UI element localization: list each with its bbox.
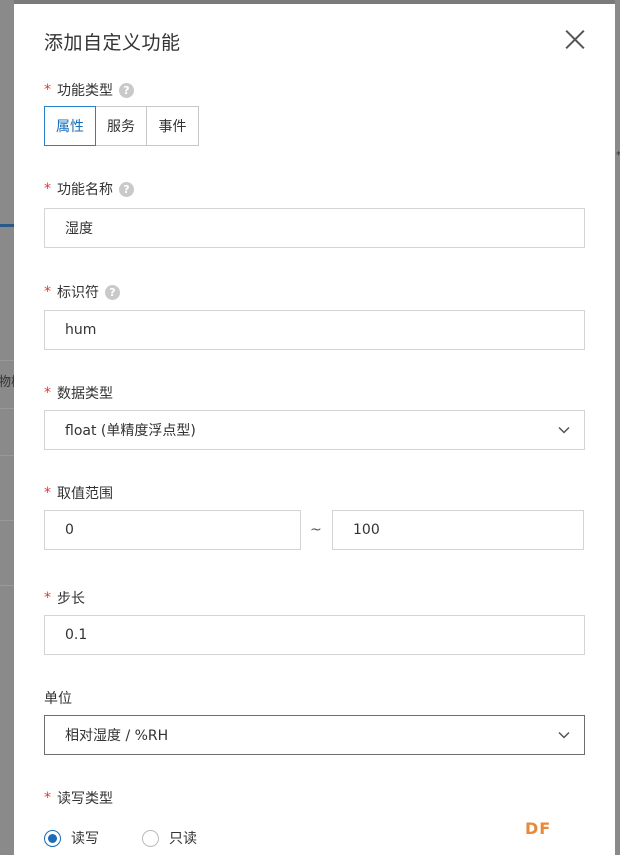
step-input[interactable]: 0.1 [44, 615, 585, 655]
function-name-label: * 功能名称 ? [44, 179, 134, 199]
range-max-input[interactable]: 100 [332, 510, 584, 550]
function-type-event-button[interactable]: 事件 [146, 106, 199, 146]
value-range-label: * 取值范围 [44, 483, 113, 503]
identifier-input[interactable]: hum [44, 310, 585, 350]
identifier-label-text: 标识符 [57, 285, 99, 301]
function-type-selector: 属性 服务 事件 [44, 106, 199, 146]
background-tab-indicator [0, 224, 14, 227]
close-icon[interactable] [564, 28, 586, 50]
range-min-input[interactable]: 0 [44, 510, 301, 550]
unit-label: 单位 [44, 688, 72, 708]
chevron-down-icon [558, 426, 570, 434]
background-page-right: * [615, 0, 620, 855]
add-custom-function-dialog: 添加自定义功能 * 功能类型 ? 属性 服务 事件 * 功能名称 ? 湿度 * … [14, 4, 615, 855]
function-type-label-text: 功能类型 [57, 83, 113, 99]
function-name-label-text: 功能名称 [57, 182, 113, 198]
function-type-label: * 功能类型 ? [44, 80, 134, 100]
unit-label-text: 单位 [44, 691, 72, 707]
data-type-select[interactable]: float (单精度浮点型) [44, 410, 585, 450]
range-separator: ~ [310, 522, 322, 538]
required-mark: * [44, 181, 51, 197]
divider [0, 455, 14, 456]
divider [0, 520, 14, 521]
rw-type-label-text: 读写类型 [57, 791, 113, 807]
step-label-text: 步长 [57, 591, 85, 607]
help-icon[interactable]: ? [119, 82, 134, 98]
background-page-left: 物模 [0, 0, 24, 855]
help-icon[interactable]: ? [119, 181, 134, 197]
background-mark: * [616, 150, 620, 161]
step-label: * 步长 [44, 588, 85, 608]
required-mark: * [44, 284, 51, 300]
data-type-value: float (单精度浮点型) [65, 423, 196, 439]
data-type-label-text: 数据类型 [57, 386, 113, 402]
rw-radio-read-write[interactable] [44, 829, 61, 847]
required-mark: * [44, 485, 51, 501]
required-mark: * [44, 790, 51, 806]
data-type-label: * 数据类型 [44, 383, 113, 403]
rw-radio-read-write-label[interactable]: 读写 [71, 828, 99, 848]
required-mark: * [44, 82, 51, 98]
rw-type-label: * 读写类型 [44, 788, 113, 808]
unit-select[interactable]: 相对湿度 / %RH [44, 715, 585, 755]
rw-type-radio-group: 读写 只读 [44, 828, 197, 848]
required-mark: * [44, 385, 51, 401]
divider [0, 585, 14, 586]
divider [0, 408, 14, 409]
chevron-down-icon [558, 731, 570, 739]
rw-radio-read-only[interactable] [142, 829, 159, 847]
rw-radio-read-only-label[interactable]: 只读 [169, 828, 197, 848]
help-icon[interactable]: ? [105, 284, 120, 300]
divider [0, 360, 14, 361]
identifier-label: * 标识符 ? [44, 282, 120, 302]
required-mark: * [44, 590, 51, 606]
function-type-property-button[interactable]: 属性 [44, 106, 96, 146]
watermark-logo: DF [525, 819, 552, 838]
function-type-service-button[interactable]: 服务 [95, 106, 147, 146]
function-name-input[interactable]: 湿度 [44, 208, 585, 248]
value-range-label-text: 取值范围 [57, 486, 113, 502]
unit-value: 相对湿度 / %RH [65, 728, 169, 744]
dialog-title: 添加自定义功能 [44, 32, 181, 54]
